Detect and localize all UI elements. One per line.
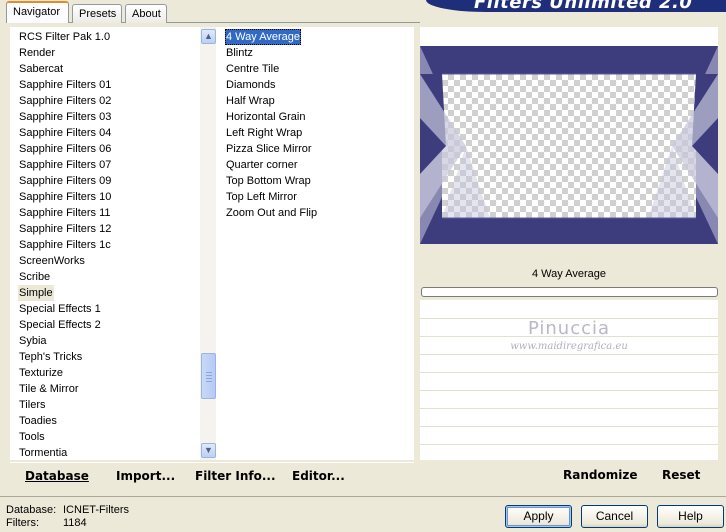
editor-button[interactable]: Editor... <box>292 469 345 483</box>
preview-top-area <box>420 27 718 46</box>
category-item[interactable]: Sapphire Filters 07 <box>18 157 112 173</box>
category-item[interactable]: Sapphire Filters 03 <box>18 109 112 125</box>
category-item[interactable]: Sabercat <box>18 61 64 77</box>
scroll-up-icon[interactable]: ▲ <box>201 29 216 44</box>
category-item[interactable]: Sybia <box>18 333 48 349</box>
scroll-thumb[interactable] <box>201 353 216 399</box>
filter-item[interactable]: Half Wrap <box>225 93 276 109</box>
filter-item[interactable]: 4 Way Average <box>225 29 301 45</box>
category-list[interactable]: ▲ ▼ RCS Filter Pak 1.0 Render Sabercat Sapp… <box>10 27 217 461</box>
progress-bar <box>421 287 718 297</box>
category-item[interactable]: Tools <box>18 429 46 445</box>
category-item[interactable]: Teph's Tricks <box>18 349 83 365</box>
help-button[interactable]: Help <box>657 505 724 528</box>
category-item[interactable]: Sapphire Filters 02 <box>18 93 112 109</box>
category-item[interactable]: Sapphire Filters 01 <box>18 77 112 93</box>
category-item[interactable]: Sapphire Filters 12 <box>18 221 112 237</box>
category-item[interactable]: Sapphire Filters 10 <box>18 189 112 205</box>
category-scrollbar[interactable]: ▲ ▼ <box>200 27 217 460</box>
app-banner: Filters Unlimited 2.0 <box>426 0 726 12</box>
bottom-divider <box>0 496 726 497</box>
tab-navigator[interactable]: Navigator <box>6 1 69 23</box>
filter-item[interactable]: Zoom Out and Flip <box>225 205 318 221</box>
category-item[interactable]: Sapphire Filters 11 <box>18 205 112 221</box>
scroll-down-icon[interactable]: ▼ <box>201 443 216 458</box>
preview-image <box>420 46 718 244</box>
category-item[interactable]: Sapphire Filters 09 <box>18 173 112 189</box>
database-button[interactable]: Database <box>25 469 89 483</box>
category-item[interactable]: Toadies <box>18 413 58 429</box>
category-item[interactable]: Special Effects 2 <box>18 317 102 333</box>
filter-item[interactable]: Blintz <box>225 45 254 61</box>
category-item[interactable]: Scribe <box>18 269 51 285</box>
watermark-name: Pinuccia <box>527 318 611 339</box>
filter-list[interactable]: 4 Way Average Blintz Centre Tile Diamonds Ha… <box>216 27 414 460</box>
category-item[interactable]: Tormentia <box>18 445 68 461</box>
filter-item[interactable]: Pizza Slice Mirror <box>225 141 313 157</box>
database-label: Database <box>25 469 89 483</box>
filters-status-label: Filters: <box>6 517 39 529</box>
category-item[interactable]: Texturize <box>18 365 64 381</box>
filter-item[interactable]: Top Bottom Wrap <box>225 173 312 189</box>
randomize-button[interactable]: Randomize <box>563 468 637 482</box>
category-item[interactable]: Sapphire Filters 04 <box>18 125 112 141</box>
left-toolbar: Database Import... Filter Info... Editor… <box>10 462 414 488</box>
filter-item[interactable]: Centre Tile <box>225 61 280 77</box>
import-button[interactable]: Import... <box>116 469 175 483</box>
preview-filter-name: 4 Way Average <box>420 264 718 284</box>
app-title: Filters Unlimited 2.0 <box>474 0 693 12</box>
category-item[interactable]: Tile & Mirror <box>18 381 79 397</box>
right-toolbar: Randomize Reset <box>420 462 718 488</box>
database-status-label: Database: <box>6 504 57 516</box>
tab-about[interactable]: About <box>125 4 167 23</box>
category-item[interactable]: Sapphire Filters 06 <box>18 141 112 157</box>
apply-button[interactable]: Apply <box>505 505 572 528</box>
database-status-value: ICNET-Filters <box>63 504 129 516</box>
filter-item[interactable]: Diamonds <box>225 77 277 93</box>
filter-item[interactable]: Horizontal Grain <box>225 109 306 125</box>
preview-overlay <box>420 73 718 219</box>
category-item[interactable]: Render <box>18 45 56 61</box>
reset-button[interactable]: Reset <box>662 468 700 482</box>
filter-item[interactable]: Top Left Mirror <box>225 189 298 205</box>
cancel-button[interactable]: Cancel <box>581 505 648 528</box>
filters-status-value: 1184 <box>63 517 87 529</box>
category-item[interactable]: Special Effects 1 <box>18 301 102 317</box>
category-item[interactable]: Sapphire Filters 1c <box>18 237 112 253</box>
category-item[interactable]: Tilers <box>18 397 46 413</box>
category-item[interactable]: RCS Filter Pak 1.0 <box>18 29 111 45</box>
filter-info-button[interactable]: Filter Info... <box>195 469 276 483</box>
tab-presets[interactable]: Presets <box>72 4 122 23</box>
category-item[interactable]: Simple <box>18 285 54 301</box>
filter-item[interactable]: Quarter corner <box>225 157 299 173</box>
watermark-url: www.maidiregrafica.eu <box>510 341 628 352</box>
filter-item[interactable]: Left Right Wrap <box>225 125 303 141</box>
category-item[interactable]: ScreenWorks <box>18 253 86 269</box>
